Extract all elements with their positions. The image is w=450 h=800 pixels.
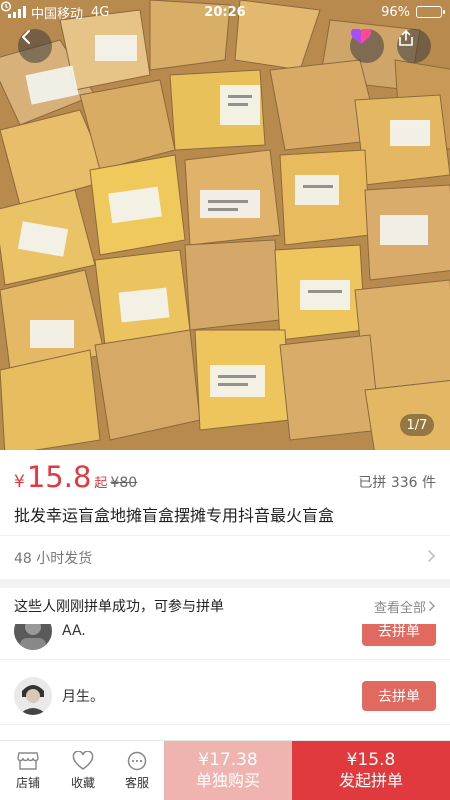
- buy-alone-price: ¥17.38: [198, 749, 258, 770]
- sold-count: 已拼 336 件: [358, 475, 436, 491]
- battery-percent: 96%: [381, 4, 410, 20]
- chat-bubble-icon: [127, 751, 147, 770]
- price-suffix: 起: [94, 476, 108, 491]
- product-title: 批发幸运盲盒地摊盲盒摆摊专用抖音最火盲盒: [14, 506, 335, 525]
- customer-service-label: 客服: [124, 775, 149, 790]
- store-icon: [17, 751, 39, 770]
- group-buy-heading: 这些人刚刚拼单成功，可参与拼单: [14, 599, 224, 615]
- heart-icon: [72, 750, 94, 770]
- store-button[interactable]: 店铺: [0, 741, 56, 800]
- group-buy-header: 这些人刚刚拼单成功，可参与拼单 查看全部: [0, 588, 450, 624]
- bottom-action-bar: 店铺 收藏 客服 ¥17.38 单独购买 ¥15.8 发起拼单: [0, 740, 450, 800]
- join-group-button[interactable]: 去拼单: [362, 624, 436, 646]
- join-group-button[interactable]: 去拼单: [362, 680, 436, 711]
- view-all-link[interactable]: 查看全部: [374, 597, 436, 616]
- product-page: 中国移动 4G 20:26 96% 1/7 ¥ 15.8 起 ¥80 已拼 33…: [0, 0, 450, 800]
- status-bar: 中国移动 4G 20:26 96%: [0, 0, 450, 24]
- section-divider: [0, 579, 450, 588]
- shipping-text: 48 小时发货: [14, 550, 93, 567]
- view-all-label: 查看全部: [373, 600, 426, 616]
- product-photo: [0, 0, 450, 450]
- avatar: [14, 676, 52, 715]
- price-currency: ¥: [14, 472, 25, 492]
- start-group-buy-button[interactable]: ¥15.8 发起拼单: [292, 741, 450, 800]
- group-buy-list[interactable]: AA. 去拼单 月生。 去拼单: [0, 624, 450, 740]
- original-price: ¥80: [110, 475, 138, 491]
- product-image-gallery[interactable]: 中国移动 4G 20:26 96% 1/7: [0, 0, 450, 450]
- customer-service-button[interactable]: 客服: [110, 741, 164, 800]
- group-member-name: AA.: [62, 624, 86, 639]
- back-button[interactable]: [18, 29, 52, 63]
- group-buy-item: AA. 去拼单: [0, 624, 450, 660]
- avatar: [14, 624, 52, 650]
- back-arrow-icon: [22, 30, 30, 44]
- group-chat-button[interactable]: [350, 29, 384, 63]
- heart-badge-icon: [350, 29, 372, 44]
- chevron-right-icon: [427, 549, 436, 567]
- chevron-right-icon: [429, 601, 435, 611]
- shipping-row[interactable]: 48 小时发货: [0, 535, 450, 579]
- favorite-label: 收藏: [70, 775, 95, 790]
- price-row: ¥ 15.8 起 ¥80 已拼 336 件: [0, 450, 450, 500]
- share-button[interactable]: [397, 29, 431, 63]
- gallery-page-indicator: 1/7: [400, 414, 434, 436]
- store-label: 店铺: [15, 775, 40, 790]
- group-price: 15.8: [26, 460, 92, 494]
- battery-icon: [416, 6, 445, 18]
- network-type: 4G: [91, 4, 110, 20]
- share-icon: [399, 29, 413, 46]
- favorite-button[interactable]: 收藏: [56, 741, 110, 800]
- group-buy-item: 月生。 去拼单: [0, 667, 450, 725]
- buy-alone-button[interactable]: ¥17.38 单独购买: [164, 741, 292, 800]
- group-buy-label: 发起拼单: [338, 770, 403, 790]
- buy-alone-label: 单独购买: [195, 770, 260, 790]
- group-member-name: 月生。: [62, 688, 104, 705]
- group-buy-price: ¥15.8: [346, 749, 396, 770]
- carrier-name: 中国移动: [31, 6, 84, 22]
